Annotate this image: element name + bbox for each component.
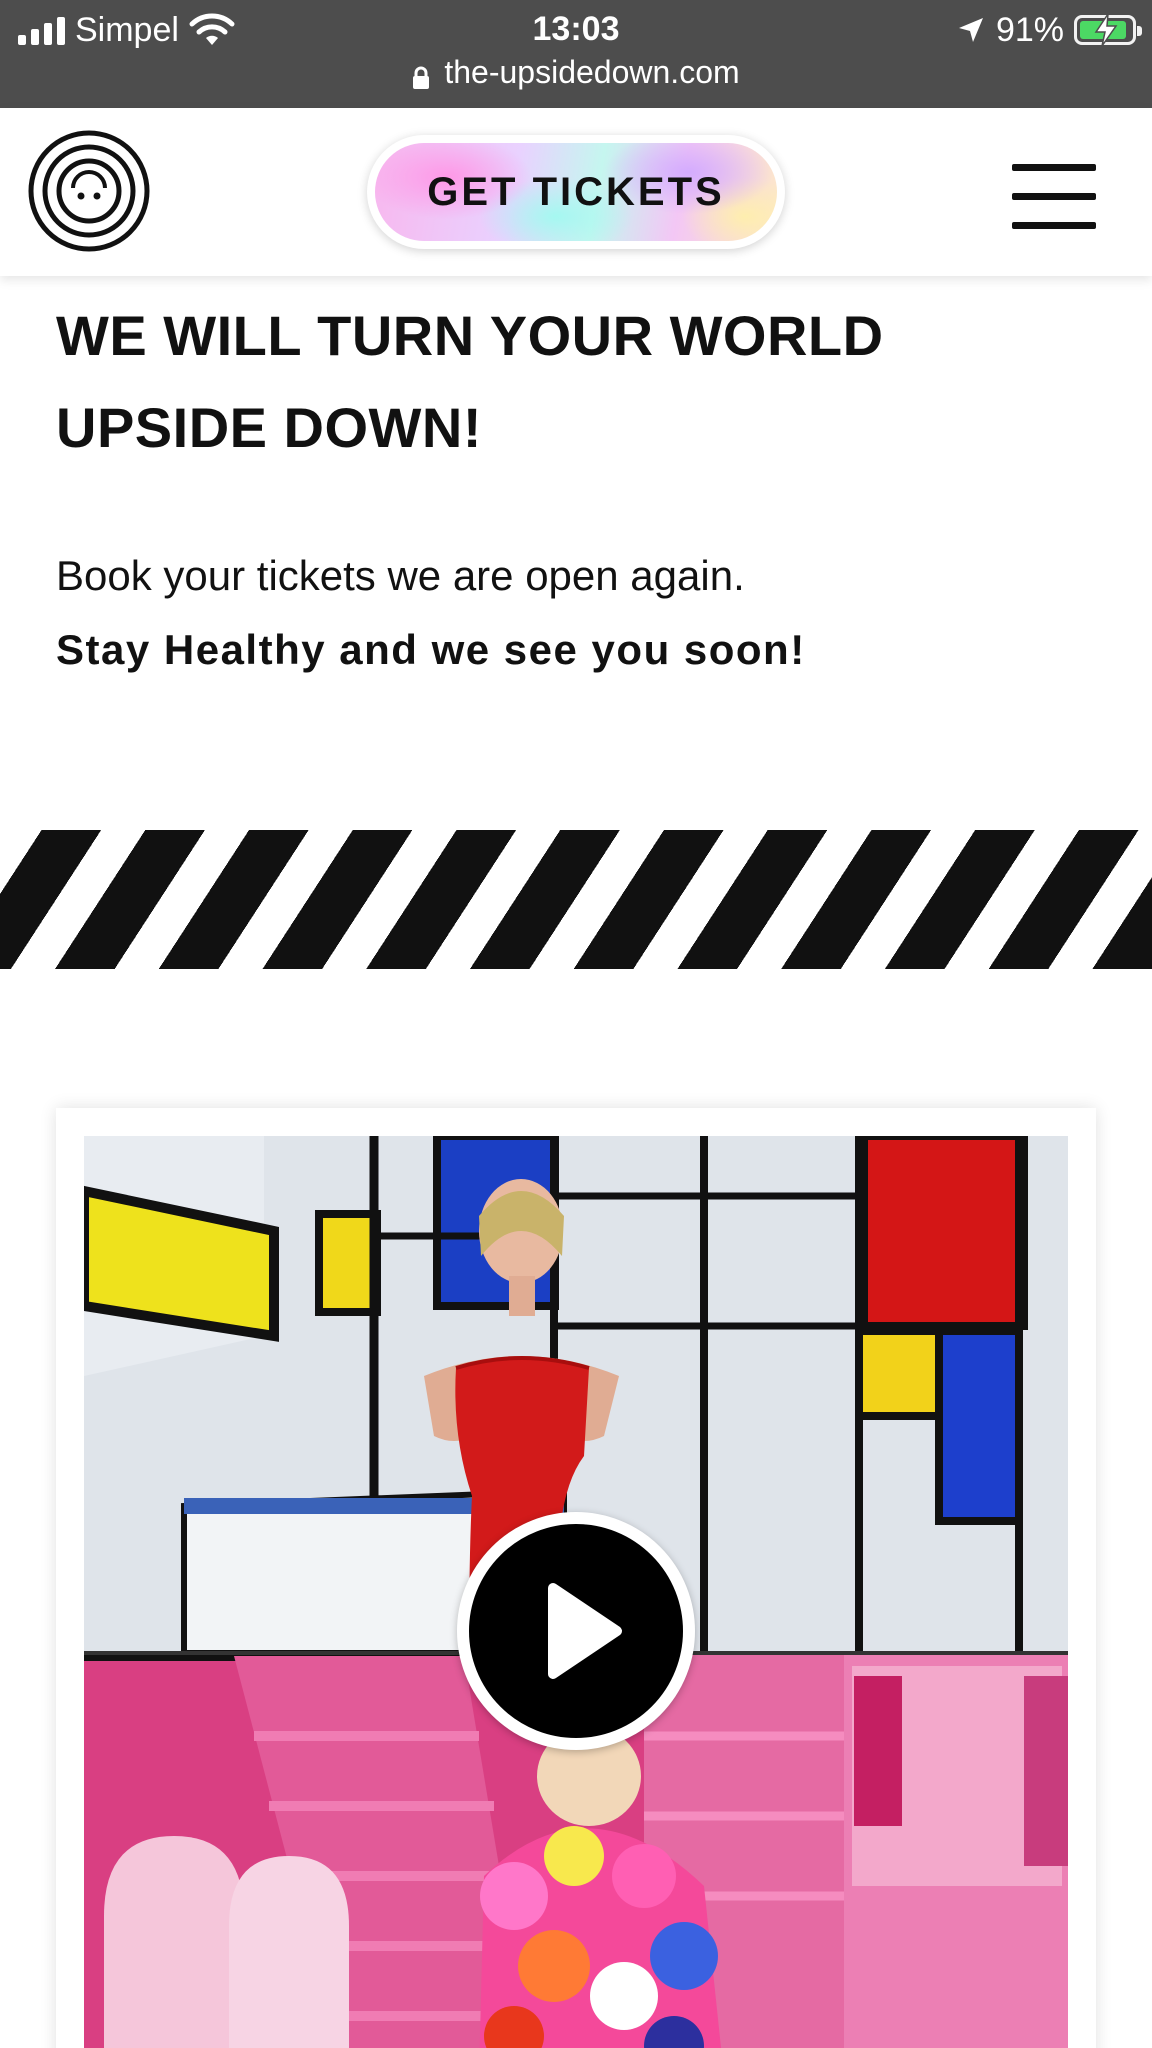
intro-text: Book your tickets we are open again.: [56, 552, 745, 599]
hamburger-menu-icon[interactable]: [1012, 164, 1096, 230]
intro-text-bold: Stay Healthy and we see you soon!: [56, 626, 806, 673]
play-video-button[interactable]: [457, 1512, 695, 1750]
battery-percent: 91%: [995, 10, 1064, 49]
charging-bolt-icon: [1094, 13, 1118, 47]
get-tickets-label: GET TICKETS: [375, 143, 777, 241]
location-arrow-icon: [958, 18, 983, 42]
upside-down-smiley-logo-icon[interactable]: [28, 130, 150, 252]
page-url: the-upsidedown.com: [444, 54, 740, 90]
status-bar: Simpel 13:03 91% the-upsidedown.com: [0, 0, 1152, 108]
striped-divider: [0, 830, 1152, 969]
lock-icon: [412, 61, 430, 89]
play-icon: [548, 1583, 622, 1679]
status-bar-right: 91%: [956, 10, 1142, 50]
page-headline: WE WILL TURN YOUR WORLD UPSIDE DOWN!: [56, 304, 884, 459]
get-tickets-button[interactable]: GET TICKETS: [367, 135, 785, 249]
battery-icon: [1074, 13, 1142, 47]
site-header: GET TICKETS: [0, 108, 1152, 276]
address-bar[interactable]: the-upsidedown.com: [0, 54, 1152, 91]
